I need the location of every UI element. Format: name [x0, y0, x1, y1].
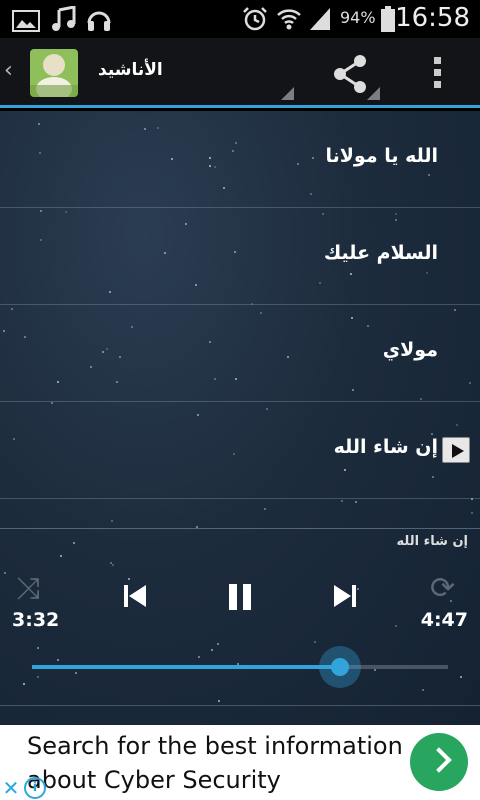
pause-icon[interactable]: [226, 583, 254, 611]
star-dot: [198, 656, 200, 658]
status-bar: 94% 16:58: [0, 0, 480, 38]
star-dot: [23, 683, 25, 685]
star-dot: [314, 641, 316, 643]
next-icon[interactable]: [332, 583, 358, 609]
elapsed-time: 3:32: [12, 609, 60, 631]
previous-icon[interactable]: [122, 583, 148, 609]
star-dot: [460, 676, 462, 678]
overflow-menu-button[interactable]: [420, 52, 454, 96]
song-row[interactable]: الله يا مولانا: [0, 111, 480, 208]
alarm-icon: [243, 7, 267, 31]
app-title: الأناشيد: [98, 60, 163, 80]
ad-close-icon[interactable]: ✕: [0, 777, 22, 799]
star-dot: [341, 500, 343, 502]
star-dot: [218, 700, 220, 702]
song-row[interactable]: السلام عليك: [0, 208, 480, 305]
star-dot: [355, 501, 357, 503]
star-dot: [374, 669, 376, 671]
wifi-icon: [277, 9, 301, 30]
repeat-icon[interactable]: ⟳: [430, 574, 464, 604]
song-row[interactable]: مولاي: [0, 305, 480, 402]
star-dot: [4, 572, 6, 574]
title-dropdown-indicator[interactable]: [281, 87, 294, 100]
headphones-icon: [87, 11, 111, 31]
star-dot: [211, 649, 213, 651]
star-dot: [128, 578, 130, 580]
star-dot: [57, 659, 59, 661]
overflow-dot: [433, 81, 441, 88]
overflow-menu-icon: [433, 57, 441, 64]
overflow-dot: [433, 69, 441, 76]
star-dot: [264, 508, 266, 510]
bottom-divider: [0, 705, 480, 706]
now-playing-title: إن شاء الله: [396, 534, 468, 549]
star-dot: [110, 562, 112, 564]
ad-text[interactable]: Search for the best information about Cy…: [27, 729, 407, 797]
action-bar: ‹ الأناشيد: [0, 38, 480, 108]
star-dot: [217, 643, 219, 645]
song-title: إن شاء الله: [333, 436, 438, 458]
seek-bar-thumb[interactable]: [318, 646, 361, 688]
battery-percent: 94%: [340, 8, 376, 27]
ad-info-icon[interactable]: i: [24, 777, 46, 799]
star-dot: [37, 647, 39, 649]
total-duration: 4:47: [420, 609, 468, 631]
player-divider: [0, 528, 480, 529]
star-dot: [37, 676, 39, 678]
song-row-playing[interactable]: إن شاء الله: [0, 402, 480, 499]
seek-bar-progress: [32, 665, 340, 669]
star-dot: [112, 564, 114, 566]
play-icon: [442, 437, 470, 463]
main-content: الله يا مولانا السلام عليك مولاي إن شاء …: [0, 111, 480, 725]
clock: 16:58: [395, 3, 470, 33]
song-title: السلام عليك: [323, 242, 438, 264]
star-dot: [73, 542, 75, 544]
star-dot: [60, 555, 62, 557]
signal-icon: [310, 8, 330, 30]
app-icon[interactable]: [30, 49, 78, 97]
shuffle-icon[interactable]: ⤨: [16, 574, 50, 604]
star-dot: [111, 520, 113, 522]
song-title: الله يا مولانا: [325, 145, 438, 167]
back-caret-icon[interactable]: ‹: [4, 58, 13, 83]
image-icon: [12, 10, 40, 32]
song-list: الله يا مولانا السلام عليك مولاي إن شاء …: [0, 111, 480, 499]
seek-bar[interactable]: [32, 646, 448, 688]
chevron-right-icon[interactable]: [410, 733, 468, 791]
song-title: مولاي: [382, 339, 438, 361]
star-dot: [422, 689, 424, 691]
star-dot: [75, 672, 77, 674]
battery-icon: [381, 6, 395, 32]
star-dot: [471, 512, 473, 514]
music-note-icon: [52, 6, 76, 31]
star-dot: [395, 625, 397, 627]
share-dropdown-indicator[interactable]: [367, 87, 380, 100]
ad-banner[interactable]: Search for the best information about Cy…: [0, 725, 480, 800]
